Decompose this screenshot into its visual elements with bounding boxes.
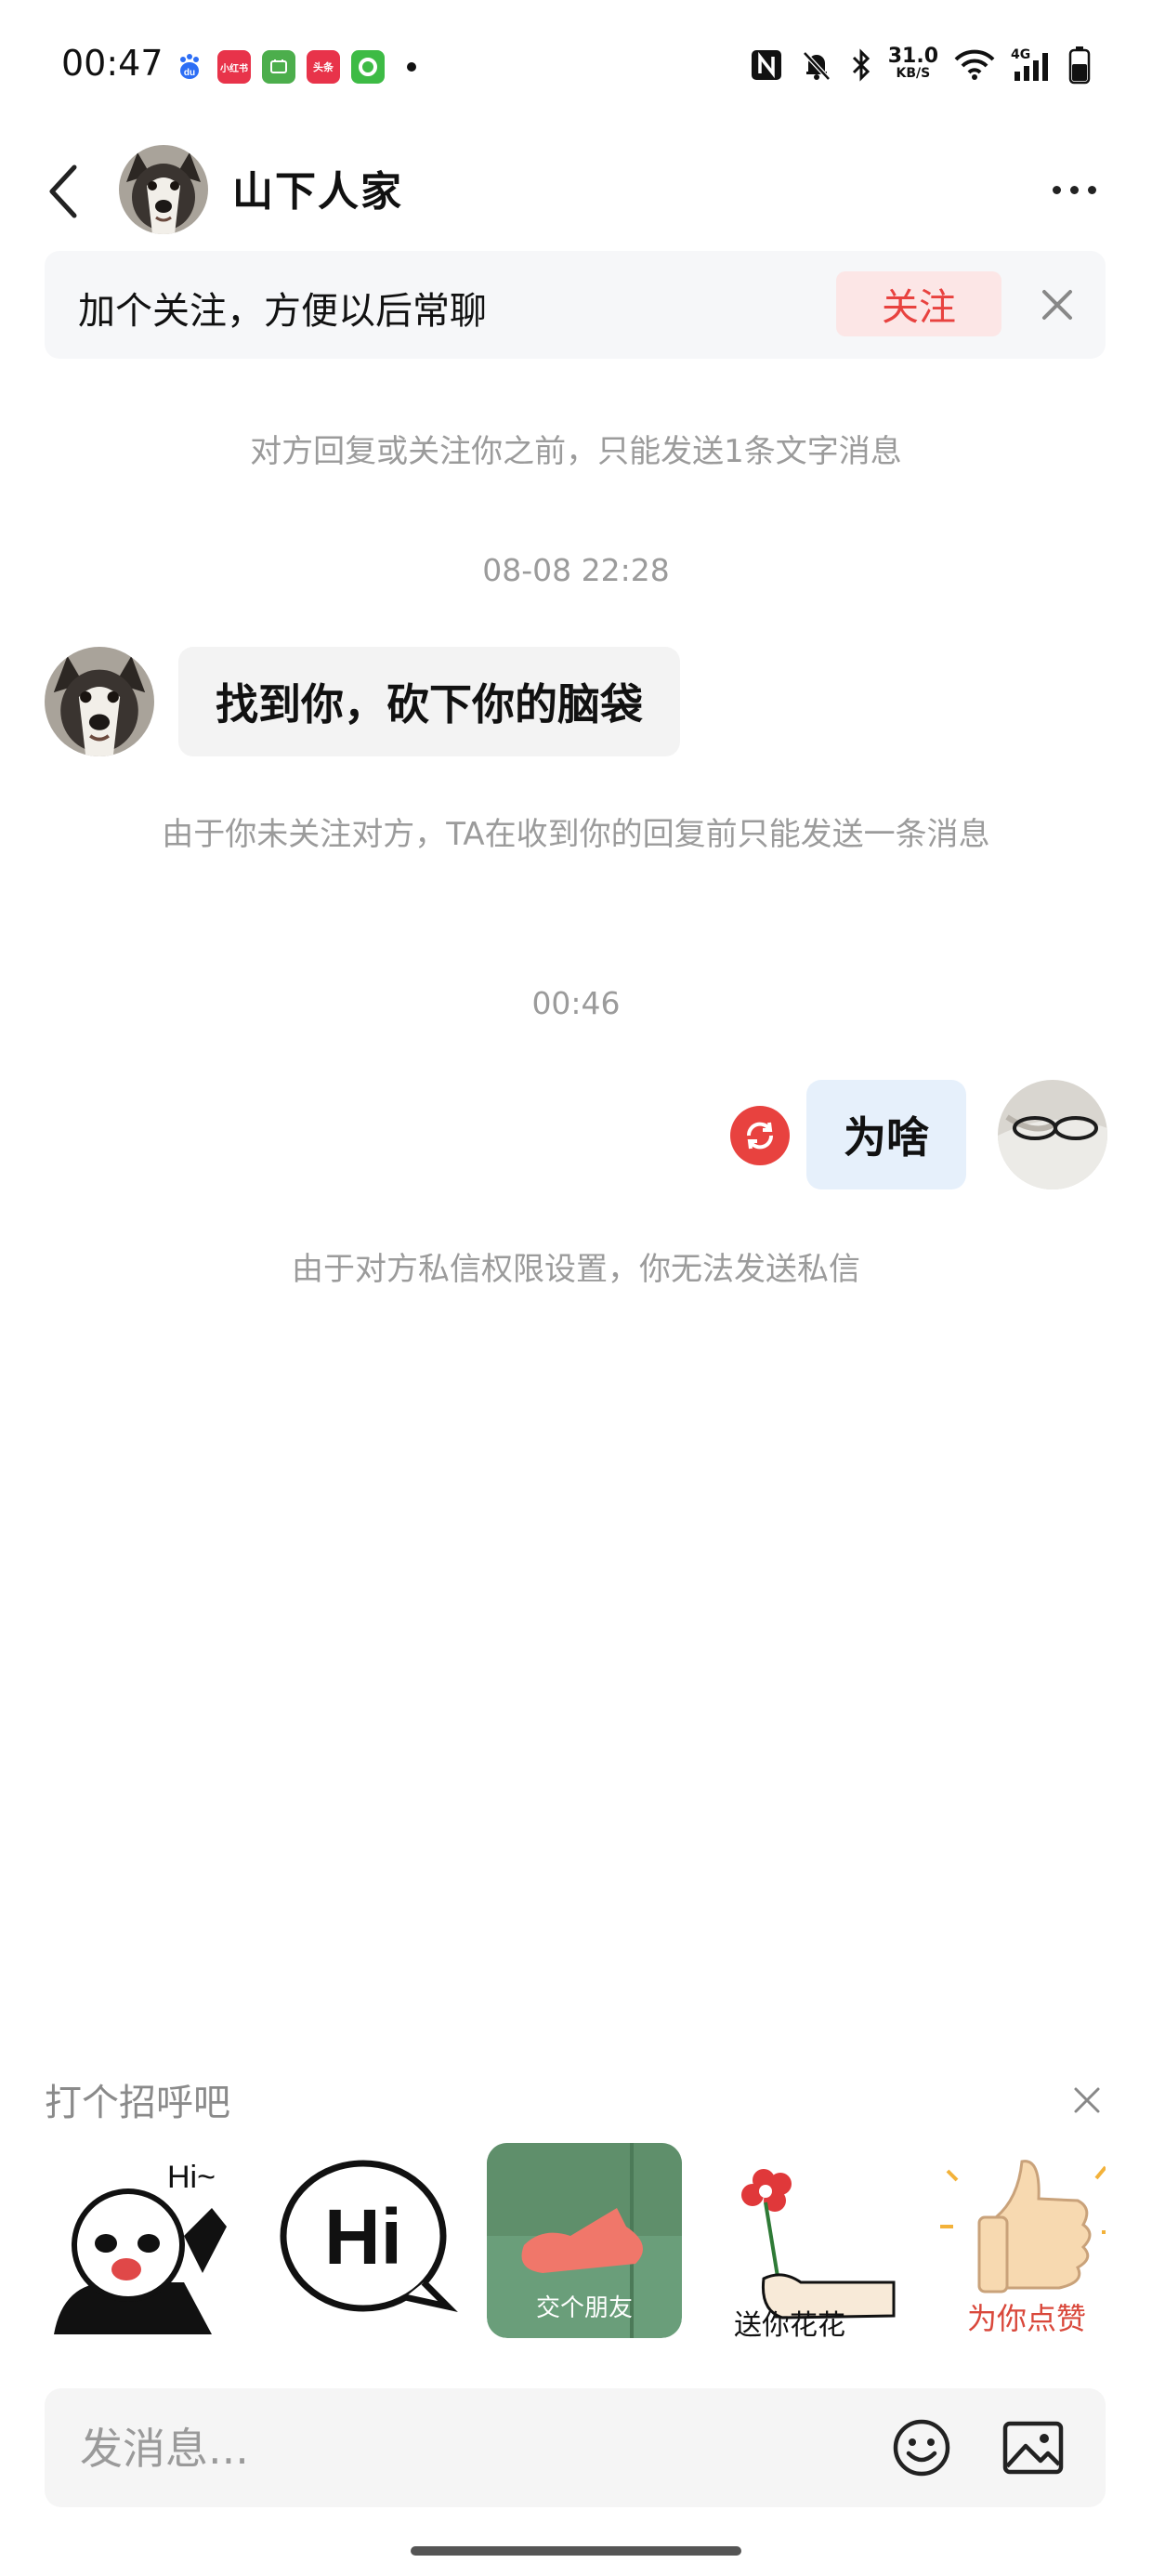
home-indicator[interactable] [411,2546,741,2556]
chat-title: 山下人家 [232,168,403,216]
signal-icon [1015,53,1048,81]
follow-banner-text: 加个关注，方便以后常聊 [78,290,487,333]
sticker-make-friends[interactable]: 交个朋友 [487,2143,682,2338]
app-green-icon [262,50,295,84]
notification-icons: du 小红书 头条 [173,50,416,84]
image-button[interactable] [1001,2420,1065,2476]
sticker-caption: Hi~ [167,2160,216,2195]
message-input-bar [45,2388,1106,2507]
timestamp: 00:46 [531,985,621,1021]
emoji-button[interactable] [890,2416,953,2479]
timestamp: 08-08 22:28 [482,552,670,588]
more-options-button[interactable] [1046,171,1102,208]
bluetooth-icon [852,48,870,82]
baidu-icon: du [173,50,206,84]
contact-avatar[interactable] [119,145,208,234]
message-input[interactable] [78,2416,825,2481]
mute-bell-icon [802,51,831,81]
banner-close-button[interactable] [1033,281,1081,329]
signal-strength: 4G [1011,47,1054,83]
sticker-panda-hi[interactable]: Hi~ [45,2143,240,2338]
close-icon [1042,290,1072,320]
xiaohongshu-icon: 小红书 [217,50,251,84]
sticker-hi-bubble[interactable]: Hi [266,2143,461,2338]
my-avatar[interactable] [998,1080,1107,1189]
smiley-icon [893,2419,950,2477]
sticker-send-flower[interactable]: 送你花花 [708,2143,903,2338]
greeting-close-button[interactable] [1068,2082,1106,2119]
sticker-list: Hi~ Hi 交个朋友 送你花花 为你点赞 [45,2143,1106,2342]
sticker-caption: 送你花花 [734,2309,845,2338]
network-speed: 31.0 KB/S [887,45,938,82]
more-dot [1069,185,1079,194]
chevron-left-icon [49,164,77,218]
toutiao-icon: 头条 [307,50,340,84]
sticker-caption: 为你点赞 [967,2301,1086,2336]
back-button[interactable] [41,158,89,225]
more-notifications-dot [407,62,416,72]
more-dots-icon [1052,185,1061,194]
app-circle-icon [351,50,385,84]
follow-banner: 加个关注，方便以后常聊 关注 [45,251,1106,359]
sticker-thumbs-up[interactable]: 为你点赞 [929,2143,1106,2338]
notice-message-limit: 对方回复或关注你之前，只能发送1条文字消息 [250,433,902,470]
wifi-icon [954,49,995,80]
battery-icon [1068,46,1091,85]
system-status-icons: 31.0 KB/S 4G [749,45,1091,85]
sticker-caption: 交个朋友 [536,2294,633,2322]
nfc-icon [751,50,781,80]
close-icon [1074,2087,1100,2113]
svg-text:du: du [184,68,195,78]
greeting-panel-title: 打个招呼吧 [45,2082,230,2124]
outgoing-message-bubble[interactable]: 为啥 [806,1080,966,1189]
network-speed-value: 31.0 [887,45,938,68]
image-icon [1002,2421,1064,2475]
notice-cannot-send: 由于对方私信权限设置，你无法发送私信 [292,1251,860,1288]
follow-button[interactable]: 关注 [836,271,1001,336]
retry-icon [730,1106,790,1165]
more-dot [1087,185,1096,194]
incoming-message-bubble[interactable]: 找到你，砍下你的脑袋 [178,647,680,756]
status-time: 00:47 [61,43,164,84]
sender-avatar[interactable] [45,647,154,756]
notice-reply-limit: 由于你未关注对方，TA在收到你的回复前只能发送一条消息 [162,816,990,853]
resend-button[interactable] [730,1106,790,1165]
sticker-caption: Hi [324,2193,402,2280]
